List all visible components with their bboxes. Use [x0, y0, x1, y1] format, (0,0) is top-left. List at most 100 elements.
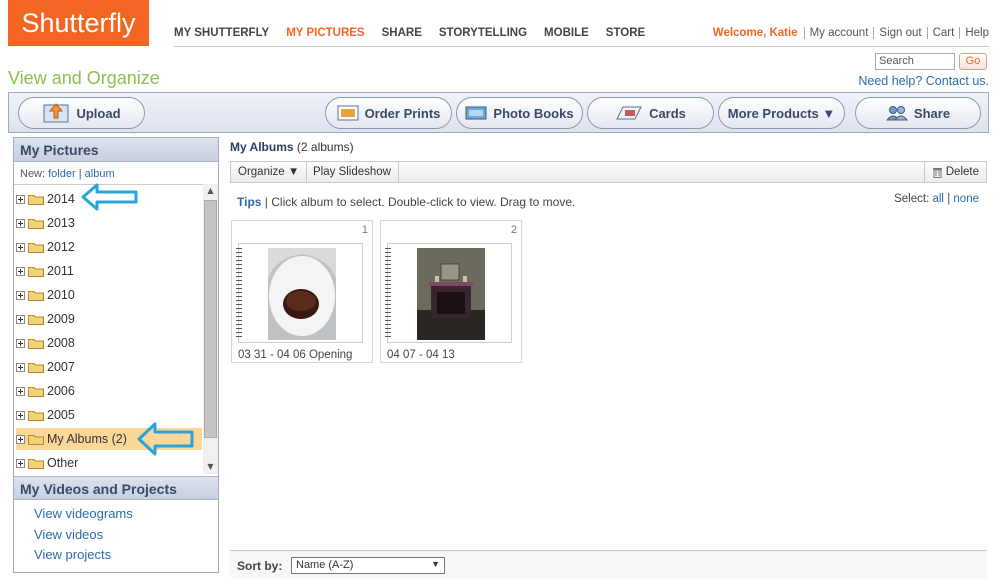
- albums-title-text: My Albums: [230, 140, 294, 154]
- tree-item-label: 2005: [47, 408, 75, 422]
- expand-icon[interactable]: [16, 194, 25, 204]
- tree-item-label: 2014: [47, 192, 75, 206]
- cart-link[interactable]: Cart: [926, 27, 960, 39]
- share-button[interactable]: Share: [855, 97, 981, 129]
- expand-icon[interactable]: [16, 410, 25, 420]
- photo-books-label: Photo Books: [493, 105, 574, 121]
- tree-item-2007[interactable]: 2007: [16, 356, 202, 378]
- order-prints-button[interactable]: Order Prints: [325, 97, 452, 129]
- tree-item-2008[interactable]: 2008: [16, 332, 202, 354]
- album-card[interactable]: 1 03 31 - 04 06 Opening: [231, 220, 373, 363]
- tree-item-2009[interactable]: 2009: [16, 308, 202, 330]
- expand-icon[interactable]: [16, 434, 25, 444]
- organize-button[interactable]: Organize ▼: [231, 162, 308, 182]
- sort-select[interactable]: Name (A-Z) ▼: [291, 557, 445, 574]
- expand-icon[interactable]: [16, 314, 25, 324]
- tree-item-label: 2009: [47, 312, 75, 326]
- delete-label: Delete: [945, 166, 979, 178]
- album-cover[interactable]: [236, 243, 363, 343]
- tree-item-label: My Albums (2): [47, 432, 127, 446]
- folder-icon: [28, 458, 44, 469]
- nav-mobile[interactable]: MOBILE: [544, 27, 589, 39]
- view-projects-link[interactable]: View projects: [34, 547, 111, 562]
- select-none-link[interactable]: none: [953, 193, 979, 205]
- albums-count: (2 albums): [296, 140, 354, 154]
- view-videos-link[interactable]: View videos: [34, 527, 103, 542]
- go-button[interactable]: Go: [959, 53, 987, 70]
- more-products-label: More Products ▼: [727, 105, 836, 121]
- select-all-link[interactable]: all: [932, 193, 944, 205]
- album-number: 2: [510, 224, 517, 236]
- tree-item-2012[interactable]: 2012: [16, 236, 202, 258]
- help-contact-link[interactable]: Need help? Contact us.: [858, 74, 989, 88]
- annotation-arrow-icon: [81, 183, 138, 211]
- tree-item-label: 2013: [47, 216, 75, 230]
- tree-item-label: 2011: [47, 264, 74, 278]
- expand-icon[interactable]: [16, 458, 25, 468]
- videos-projects-heading: My Videos and Projects: [14, 476, 218, 500]
- tree-item-2013[interactable]: 2013: [16, 212, 202, 234]
- expand-icon[interactable]: [16, 266, 25, 276]
- share-people-icon: [885, 106, 908, 121]
- sort-label: Sort by:: [237, 559, 283, 573]
- scroll-up-arrow-icon[interactable]: ▲: [203, 184, 218, 198]
- new-folder-link[interactable]: folder: [48, 168, 76, 180]
- search-input[interactable]: Search: [875, 53, 955, 70]
- cards-button[interactable]: Cards: [587, 97, 714, 129]
- folder-icon: [28, 362, 44, 373]
- sign-out-link[interactable]: Sign out: [873, 27, 926, 39]
- expand-icon[interactable]: [16, 290, 25, 300]
- tree-item-label: Other: [47, 456, 79, 470]
- share-label: Share: [913, 105, 951, 121]
- album-number: 1: [361, 224, 368, 236]
- tree-item-2011[interactable]: 2011: [16, 260, 202, 282]
- expand-icon[interactable]: [16, 218, 25, 228]
- expand-icon[interactable]: [16, 338, 25, 348]
- scroll-down-arrow-icon[interactable]: ▼: [203, 460, 218, 474]
- new-album-link[interactable]: album: [85, 168, 115, 180]
- nav-share[interactable]: SHARE: [382, 27, 422, 39]
- scrollbar-thumb[interactable]: [204, 200, 217, 438]
- folder-icon: [28, 338, 44, 349]
- delete-button[interactable]: Delete: [923, 162, 986, 182]
- album-card[interactable]: 2 04 07 - 04 13: [380, 220, 522, 363]
- play-slideshow-button[interactable]: Play Slideshow: [306, 162, 399, 182]
- new-links: New: folder | album: [20, 168, 115, 180]
- folder-icon: [28, 242, 44, 253]
- expand-icon[interactable]: [16, 386, 25, 396]
- sort-bar: Sort by: Name (A-Z) ▼: [230, 550, 987, 578]
- view-videograms-link[interactable]: View videograms: [34, 506, 133, 521]
- album-caption: 04 07 - 04 13: [387, 349, 455, 361]
- expand-icon[interactable]: [16, 242, 25, 252]
- tree-item-label: 2012: [47, 240, 75, 254]
- folder-icon: [28, 266, 44, 277]
- tips-text: | Click album to select. Double-click to…: [264, 195, 576, 209]
- cards-label: Cards: [649, 105, 686, 121]
- album-cover[interactable]: [385, 243, 512, 343]
- spiral-binding: [385, 248, 391, 338]
- tree-scrollbar[interactable]: ▲ ▼: [203, 184, 218, 474]
- my-account-link[interactable]: My account: [803, 27, 874, 39]
- tips-link[interactable]: Tips: [237, 195, 261, 209]
- nav-storytelling[interactable]: STORYTELLING: [439, 27, 527, 39]
- expand-icon[interactable]: [16, 362, 25, 372]
- tree-item-2006[interactable]: 2006: [16, 380, 202, 402]
- tree-item-2010[interactable]: 2010: [16, 284, 202, 306]
- nav-my-shutterfly[interactable]: MY SHUTTERFLY: [174, 27, 269, 39]
- trash-icon: [932, 168, 942, 178]
- annotation-arrow-icon: [137, 422, 194, 456]
- upload-label: Upload: [76, 105, 121, 121]
- user-links: Welcome, Katie My account Sign out Cart …: [713, 27, 989, 39]
- more-products-button[interactable]: More Products ▼: [718, 97, 845, 129]
- nav-store[interactable]: STORE: [606, 27, 645, 39]
- dropdown-caret-icon: ▼: [431, 559, 440, 569]
- help-link[interactable]: Help: [959, 27, 989, 39]
- product-toolbar: Upload Order Prints Photo Books Cards Mo…: [8, 92, 989, 133]
- upload-button[interactable]: Upload: [18, 97, 145, 129]
- folder-icon: [28, 386, 44, 397]
- nav-my-pictures[interactable]: MY PICTURES: [286, 27, 364, 39]
- order-prints-label: Order Prints: [364, 105, 441, 121]
- photo-books-button[interactable]: Photo Books: [456, 97, 583, 129]
- shutterfly-logo[interactable]: Shutterfly: [8, 0, 149, 46]
- folder-icon: [28, 410, 44, 421]
